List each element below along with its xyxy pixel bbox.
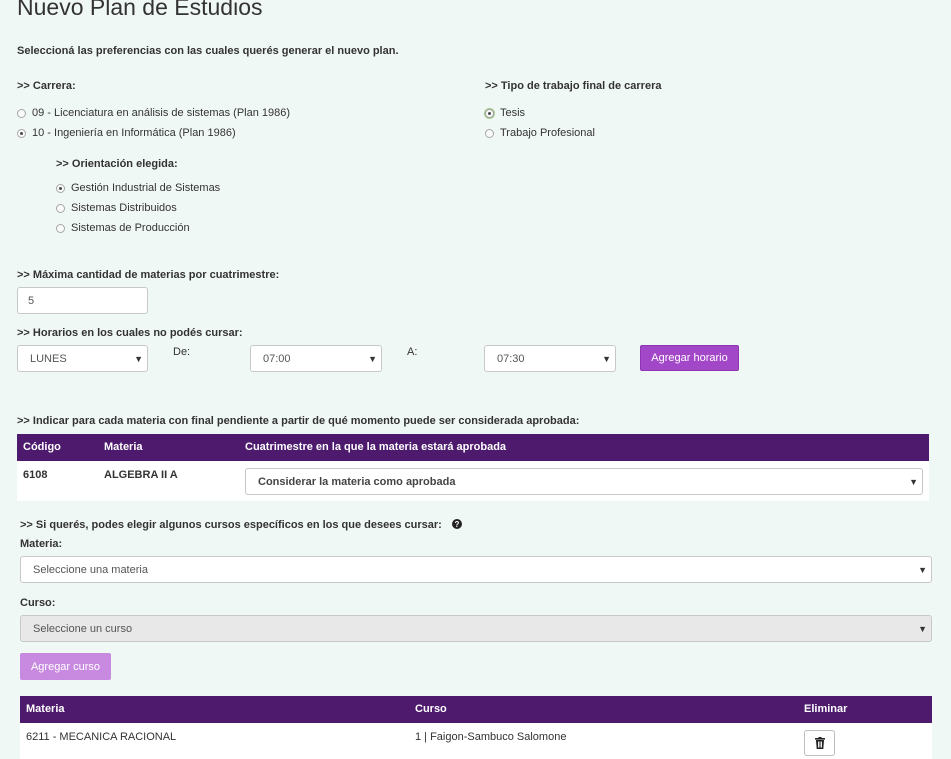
- time-from-select[interactable]: 07:00 ▼: [250, 345, 382, 372]
- radio-button[interactable]: [485, 128, 494, 138]
- de-label: De:: [173, 346, 191, 358]
- caret-down-icon: ▼: [918, 623, 927, 634]
- a-label: A:: [407, 346, 418, 358]
- orientacion-option-produccion[interactable]: Sistemas de Producción: [56, 222, 190, 234]
- agregar-curso-button[interactable]: Agregar curso: [20, 653, 111, 680]
- day-select[interactable]: LUNES ▼: [17, 345, 148, 372]
- materia-select-placeholder: Seleccione una materia: [33, 563, 148, 576]
- materia-field-label: Materia:: [20, 538, 63, 550]
- radio-button[interactable]: [56, 203, 65, 213]
- caret-down-icon: ▼: [368, 353, 377, 364]
- header-materia: Materia: [104, 441, 143, 453]
- cuatrimestre-select-value: Considerar la materia como aprobada: [258, 475, 456, 488]
- caret-down-icon: ▼: [918, 564, 927, 575]
- cuatrimestre-select[interactable]: Considerar la materia como aprobada ▼: [245, 468, 923, 495]
- horarios-label: >> Horarios en los cuales no podés cursa…: [17, 327, 243, 339]
- radio-button[interactable]: [485, 108, 494, 118]
- orientacion-option-gestion[interactable]: Gestión Industrial de Sistemas: [56, 182, 220, 194]
- tipo-trabajo-option-label: Trabajo Profesional: [500, 127, 595, 139]
- table-row: 6211 - MECANICA RACIONAL 1 | Faigon-Samb…: [20, 723, 932, 759]
- carrera-option-09[interactable]: 09 - Licenciatura en análisis de sistema…: [17, 107, 290, 119]
- intro-text: Seleccioná las preferencias con las cual…: [17, 45, 399, 57]
- header-materia: Materia: [26, 703, 65, 715]
- curso-select-placeholder: Seleccione un curso: [33, 622, 133, 635]
- tipo-trabajo-option-profesional[interactable]: Trabajo Profesional: [485, 127, 595, 139]
- carrera-label: >> Carrera:: [17, 80, 76, 92]
- max-materias-input[interactable]: 5: [17, 287, 148, 314]
- delete-button[interactable]: [804, 730, 835, 756]
- radio-button[interactable]: [17, 108, 26, 118]
- header-codigo: Código: [23, 441, 61, 453]
- radio-button[interactable]: [56, 183, 65, 193]
- time-from-value: 07:00: [263, 352, 291, 365]
- curso-select[interactable]: Seleccione un curso ▼: [20, 615, 932, 642]
- tipo-trabajo-option-label: Tesis: [500, 107, 526, 119]
- caret-down-icon: ▼: [602, 353, 611, 364]
- cell-curso: 1 | Faigon-Sambuco Salomone: [415, 731, 567, 743]
- orientacion-option-label: Sistemas Distribuidos: [71, 202, 177, 214]
- radio-button[interactable]: [56, 223, 65, 233]
- time-to-select[interactable]: 07:30 ▼: [484, 345, 616, 372]
- orientacion-label: >> Orientación elegida:: [56, 158, 178, 170]
- caret-down-icon: ▼: [134, 353, 143, 364]
- carrera-option-label: 10 - Ingeniería en Informática (Plan 198…: [32, 127, 236, 139]
- orientacion-option-label: Sistemas de Producción: [71, 222, 190, 234]
- header-eliminar: Eliminar: [804, 703, 848, 715]
- cursos-label: >> Si querés, podes elegir algunos curso…: [20, 519, 442, 531]
- orientacion-option-label: Gestión Industrial de Sistemas: [71, 182, 221, 194]
- finales-label: >> Indicar para cada materia con final p…: [17, 415, 580, 427]
- caret-down-icon: ▼: [909, 476, 918, 487]
- time-to-value: 07:30: [497, 352, 525, 365]
- materia-select[interactable]: Seleccione una materia ▼: [20, 556, 932, 583]
- header-cuatrimestre: Cuatrimestre en la que la materia estará…: [245, 441, 507, 453]
- max-materias-label: >> Máxima cantidad de materias por cuatr…: [17, 269, 280, 281]
- cell-codigo: 6108: [23, 469, 48, 481]
- carrera-option-10[interactable]: 10 - Ingeniería en Informática (Plan 198…: [17, 127, 236, 139]
- finales-table-header: Código Materia Cuatrimestre en la que la…: [17, 434, 929, 461]
- page-title: Nuevo Plan de Estudios: [17, 0, 263, 20]
- cell-materia: ALGEBRA II A: [104, 469, 178, 481]
- radio-button[interactable]: [17, 128, 26, 138]
- day-select-value: LUNES: [30, 352, 67, 365]
- cell-materia: 6211 - MECANICA RACIONAL: [26, 731, 177, 743]
- trash-icon: [814, 737, 825, 749]
- agregar-horario-button[interactable]: Agregar horario: [640, 345, 739, 371]
- header-curso: Curso: [415, 703, 447, 715]
- cursos-table-header: Materia Curso Eliminar: [20, 696, 932, 723]
- tipo-trabajo-option-tesis[interactable]: Tesis: [485, 107, 525, 119]
- curso-field-label: Curso:: [20, 597, 56, 609]
- orientacion-option-distribuidos[interactable]: Sistemas Distribuidos: [56, 202, 177, 214]
- question-circle-icon[interactable]: ?: [452, 519, 462, 529]
- carrera-option-label: 09 - Licenciatura en análisis de sistema…: [32, 107, 291, 119]
- tipo-trabajo-label: >> Tipo de trabajo final de carrera: [485, 80, 662, 92]
